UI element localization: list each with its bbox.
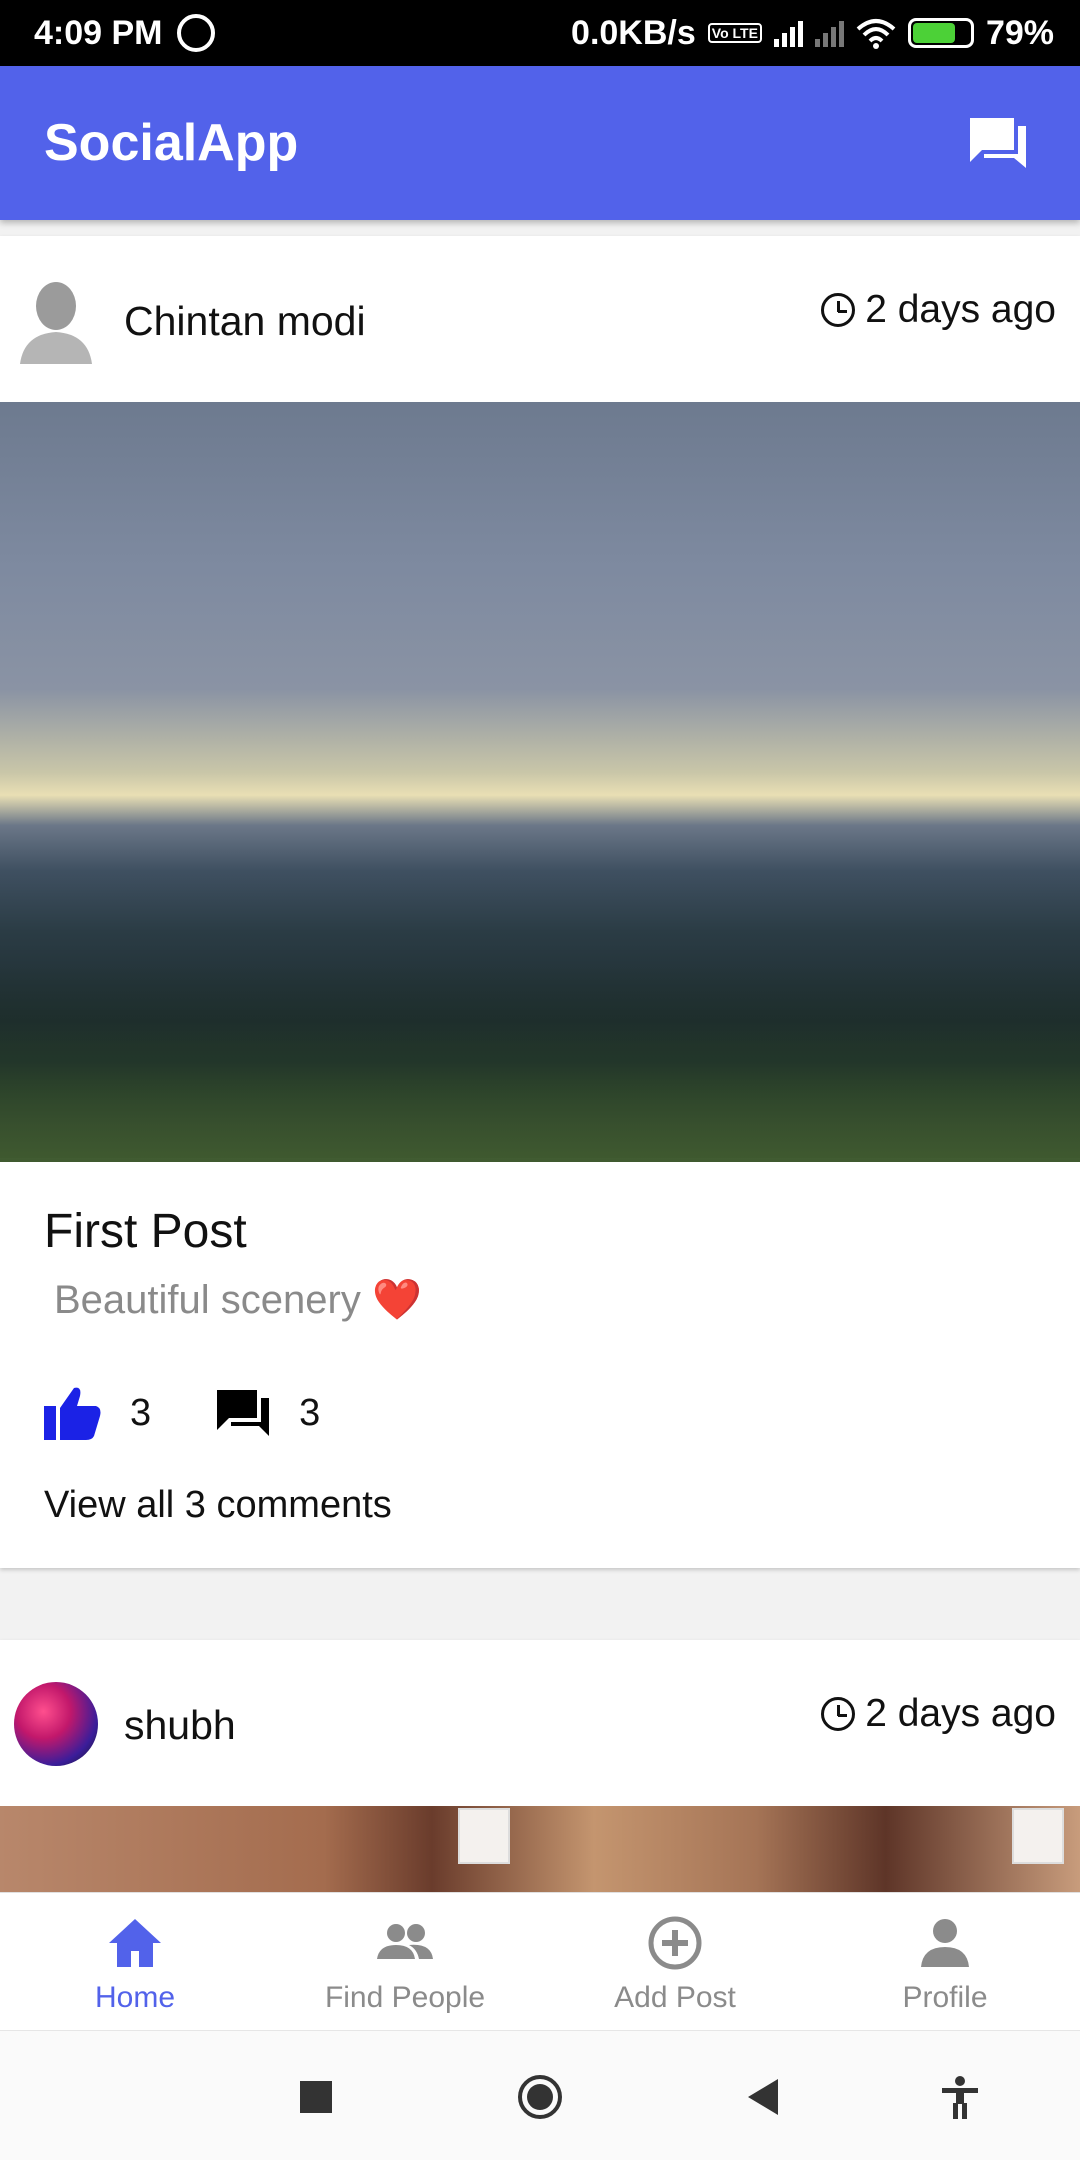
clock-icon xyxy=(821,293,856,327)
status-right: 0.0KB/s Vo LTE 79% xyxy=(571,14,1054,53)
add-circle-icon xyxy=(648,1916,702,1970)
back-icon[interactable] xyxy=(740,2073,788,2121)
nav-profile-label: Profile xyxy=(902,1981,988,2014)
post-header: shubh 2 days ago xyxy=(0,1640,1080,1806)
home-button-icon[interactable] xyxy=(516,2073,564,2121)
chat-button[interactable] xyxy=(968,116,1028,170)
screen: 4:09 PM 0.0KB/s Vo LTE 79% SocialApp Chi… xyxy=(0,0,1080,2160)
app-bar: SocialApp xyxy=(0,66,1080,220)
avatar[interactable] xyxy=(14,1682,98,1766)
avatar-placeholder-icon[interactable] xyxy=(20,278,92,364)
status-bar: 4:09 PM 0.0KB/s Vo LTE 79% xyxy=(0,0,1080,66)
nav-profile[interactable]: Profile xyxy=(810,1893,1080,2030)
post-time-label: 2 days ago xyxy=(865,1692,1056,1735)
post-image[interactable] xyxy=(0,402,1080,1162)
nav-home-label: Home xyxy=(94,1981,176,2014)
like-count: 3 xyxy=(130,1391,152,1434)
view-all-comments-link[interactable]: View all 3 comments xyxy=(44,1484,392,1527)
battery-icon xyxy=(907,18,974,48)
post-time-label: 2 days ago xyxy=(865,288,1056,331)
post-author[interactable]: Chintan modi xyxy=(124,298,366,345)
recents-icon[interactable] xyxy=(292,2073,340,2121)
whatsapp-icon xyxy=(176,14,215,52)
nav-add-post-label: Add Post xyxy=(614,1981,736,2014)
comment-icon[interactable] xyxy=(215,1388,271,1438)
comment-count: 3 xyxy=(299,1391,321,1434)
wifi-icon xyxy=(856,19,896,49)
status-left: 4:09 PM xyxy=(34,14,215,53)
signal-2-icon xyxy=(814,19,844,47)
post-image-landscape xyxy=(0,962,1080,1162)
battery-level: 79% xyxy=(985,13,1054,52)
post-actions: 3 3 xyxy=(44,1386,320,1440)
home-icon xyxy=(109,1919,161,1967)
status-time: 4:09 PM xyxy=(34,13,163,52)
channel-logo-icon xyxy=(458,1808,510,1864)
nav-find-people[interactable]: Find People xyxy=(270,1893,540,2030)
post-description: Beautiful scenery ❤️ xyxy=(54,1278,422,1322)
clock-icon xyxy=(821,1697,856,1731)
app-title: SocialApp xyxy=(44,114,299,172)
signal-icon xyxy=(773,19,803,47)
post-card[interactable]: Chintan modi 2 days ago First Post Beaut… xyxy=(0,236,1080,1568)
post-header: Chintan modi 2 days ago xyxy=(0,236,1080,402)
nav-home[interactable]: Home xyxy=(0,1893,270,2030)
nav-find-people-label: Find People xyxy=(324,1981,486,2014)
people-icon xyxy=(377,1924,433,1959)
nav-add-post[interactable]: Add Post xyxy=(540,1893,810,2030)
net-speed: 0.0KB/s xyxy=(571,13,696,52)
accessibility-icon[interactable] xyxy=(936,2073,984,2121)
person-icon xyxy=(921,1919,969,1967)
like-icon[interactable] xyxy=(44,1386,102,1440)
post-author[interactable]: shubh xyxy=(124,1702,236,1749)
system-navigation-bar xyxy=(0,2030,1080,2160)
chat-icon xyxy=(970,118,1026,168)
post-time: 2 days ago xyxy=(821,288,1056,332)
post-title: First Post xyxy=(44,1205,247,1258)
volte-icon: Vo LTE xyxy=(707,23,762,43)
channel-logo-icon xyxy=(1012,1808,1064,1864)
post-time: 2 days ago xyxy=(821,1692,1056,1736)
bottom-navigation: Home Find People Add Post Profile xyxy=(0,1892,1080,2030)
